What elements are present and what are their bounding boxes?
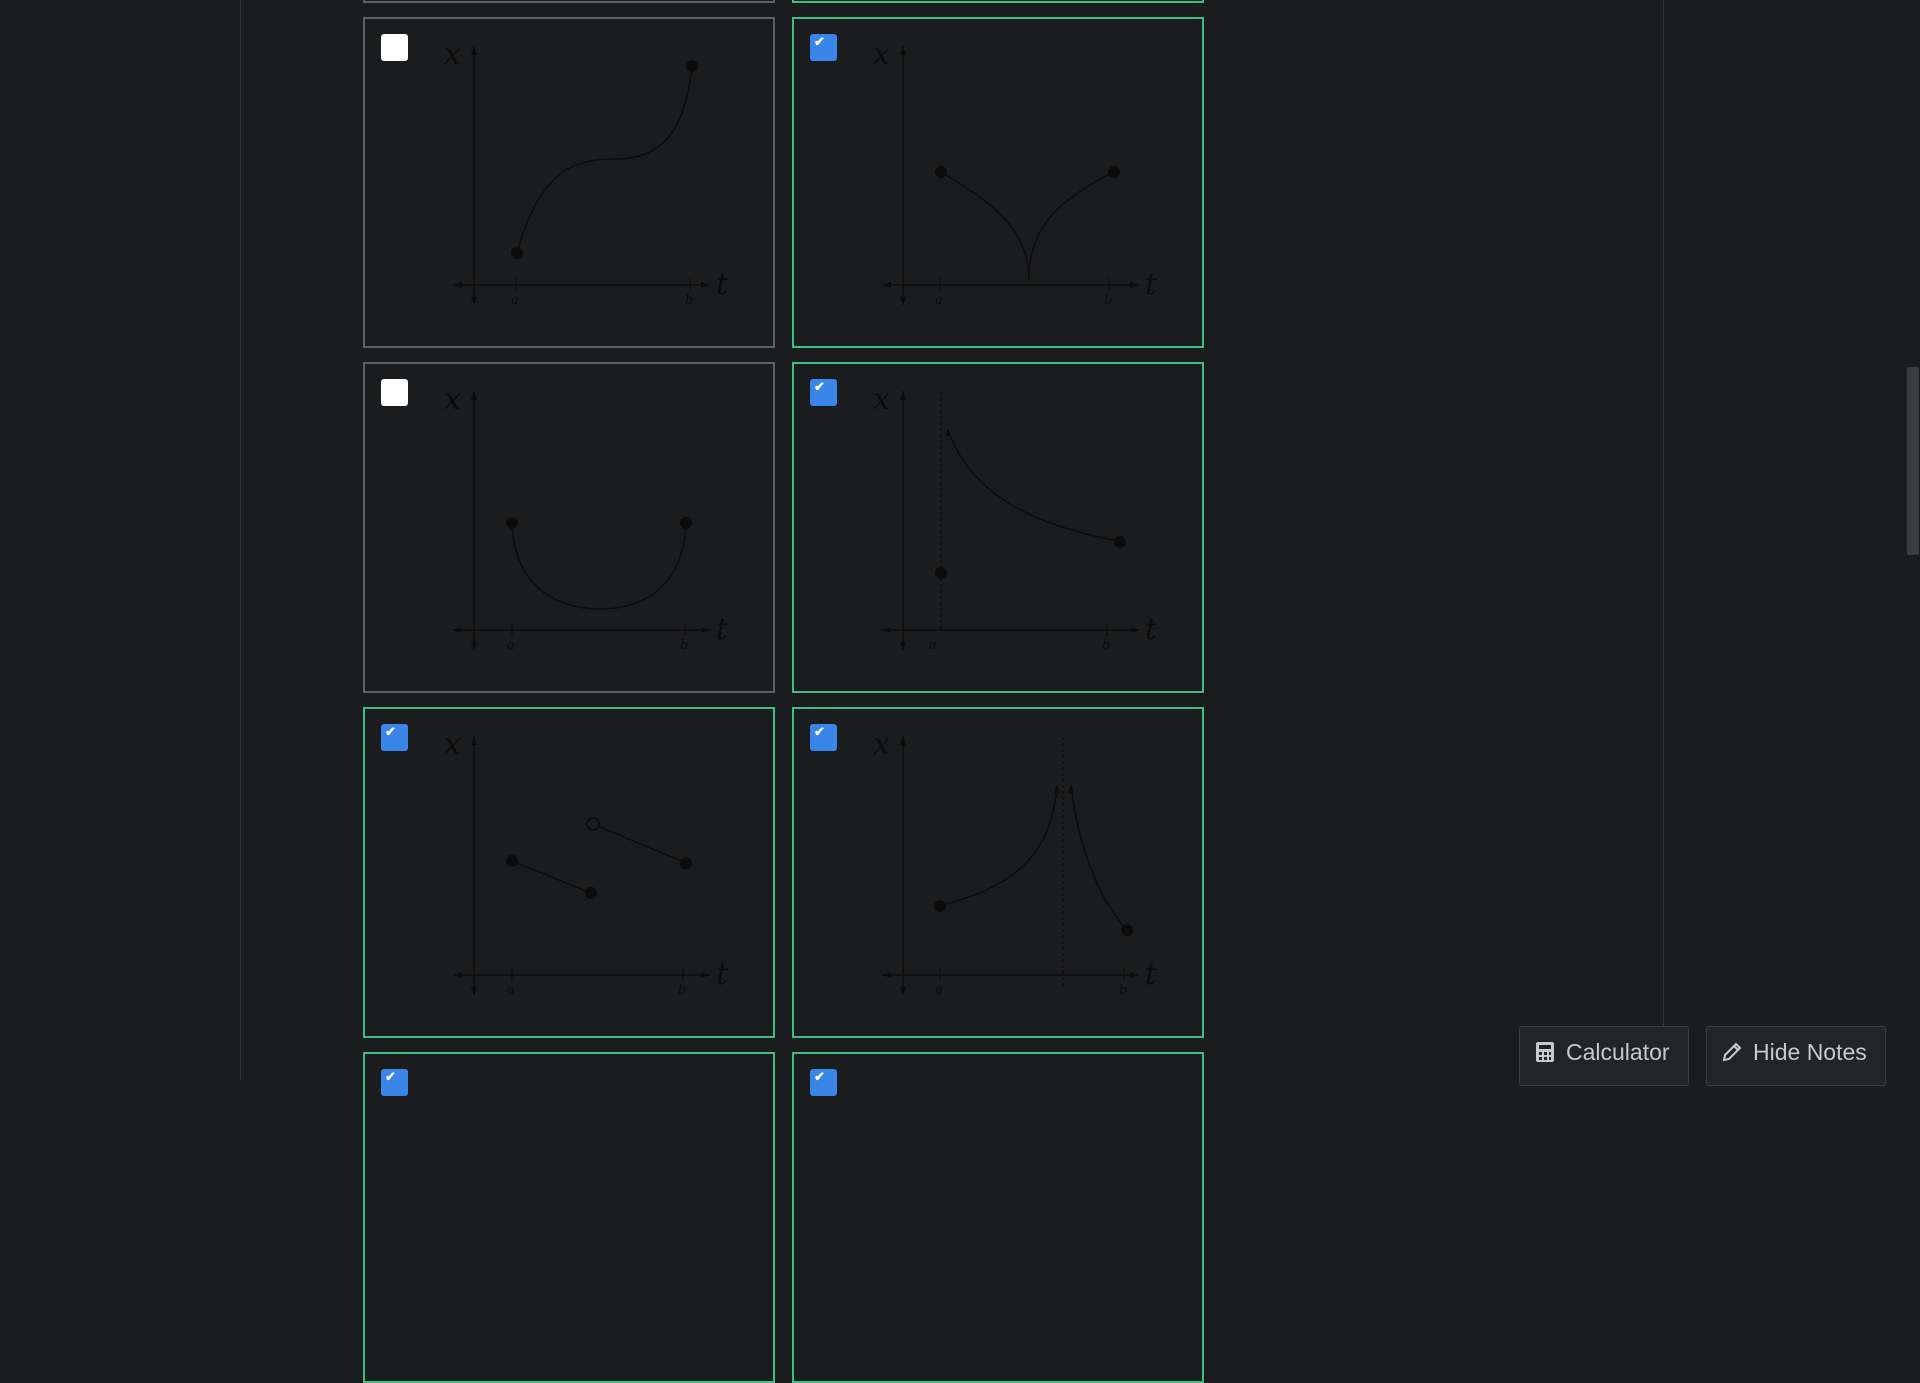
graph-5: x t a b — [444, 727, 729, 998]
option-card-partial-top-right[interactable] — [792, 0, 1204, 3]
graph-6: x t a b — [873, 727, 1158, 998]
y-axis-label: x — [444, 382, 461, 417]
calculator-icon — [1536, 1042, 1554, 1062]
hide-notes-button[interactable]: Hide Notes — [1706, 1026, 1886, 1086]
pencil-icon — [1722, 1042, 1742, 1062]
tick-label-a: a — [507, 983, 515, 998]
calculator-button[interactable]: Calculator — [1519, 1026, 1689, 1086]
y-axis-label: x — [444, 37, 461, 72]
tick-label-a: a — [511, 293, 519, 308]
scrollbar-thumb[interactable] — [1907, 367, 1919, 555]
option-card-2[interactable]: ✔ x t a b — [792, 17, 1204, 348]
tick-label-a: a — [929, 638, 937, 653]
tick-label-b: b — [1119, 983, 1127, 998]
option-card-3[interactable]: x t a b — [363, 362, 775, 693]
right-divider — [1663, 0, 1664, 1080]
tick-label-b: b — [1102, 638, 1110, 653]
tick-label-b: b — [678, 983, 686, 998]
x-axis-label: t — [716, 267, 729, 302]
graph-3: x t a b — [444, 382, 729, 653]
calculator-button-label: Calculator — [1566, 1038, 1670, 1065]
tick-label-a: a — [935, 293, 943, 308]
option-card-5[interactable]: ✔ x t a b — [363, 707, 775, 1038]
option-checkbox-7[interactable]: ✔ — [381, 1069, 408, 1096]
tick-label-b: b — [1104, 293, 1112, 308]
graph-1: x t a b — [444, 37, 729, 308]
y-axis-label: x — [444, 727, 461, 762]
tick-label-a: a — [507, 638, 515, 653]
tick-label-b: b — [685, 293, 693, 308]
option-card-1[interactable]: x t a b — [363, 17, 775, 348]
graph-4: x t a b — [873, 382, 1158, 653]
left-divider — [240, 0, 241, 1080]
x-axis-label: t — [1145, 267, 1158, 302]
checkmark-icon: ✔ — [814, 1069, 825, 1084]
option-checkbox-8[interactable]: ✔ — [810, 1069, 837, 1096]
y-axis-label: x — [873, 37, 890, 72]
y-axis-label: x — [873, 727, 890, 762]
hide-notes-button-label: Hide Notes — [1753, 1038, 1867, 1065]
checkmark-icon: ✔ — [385, 1069, 396, 1084]
y-axis-label: x — [873, 382, 890, 417]
x-axis-label: t — [1145, 612, 1158, 647]
scrollbar[interactable] — [1906, 0, 1920, 1080]
option-card-6[interactable]: ✔ x t a b — [792, 707, 1204, 1038]
option-card-partial-bottom-left[interactable]: ✔ — [363, 1052, 775, 1383]
x-axis-label: t — [1145, 957, 1158, 992]
tick-label-a: a — [935, 983, 943, 998]
option-card-4[interactable]: ✔ x t a b — [792, 362, 1204, 693]
tick-label-b: b — [680, 638, 688, 653]
x-axis-label: t — [716, 612, 729, 647]
option-card-partial-bottom-right[interactable]: ✔ — [792, 1052, 1204, 1383]
option-card-partial-top-left[interactable] — [363, 0, 775, 3]
graph-2: x t a b — [873, 37, 1158, 308]
x-axis-label: t — [716, 957, 729, 992]
